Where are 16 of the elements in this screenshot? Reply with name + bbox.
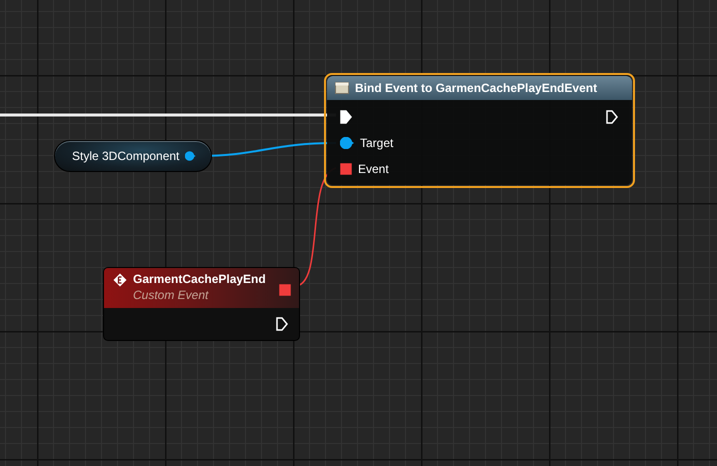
node-label: Style 3DComponent <box>72 149 180 163</box>
pin-label: Target <box>360 136 394 150</box>
event-icon <box>113 273 127 287</box>
function-icon <box>335 82 349 94</box>
pin-label: Event <box>358 162 389 176</box>
node-title: GarmentCachePlayEnd <box>133 272 267 286</box>
exec-pin-icon[interactable] <box>276 317 288 331</box>
pin-icon[interactable] <box>185 150 196 162</box>
node-subtitle: Custom Event <box>133 288 210 302</box>
function-node[interactable]: Bind Event to GarmenCachePlayEndEvent Target Event <box>324 73 635 188</box>
exec-pin-icon[interactable] <box>340 110 352 124</box>
exec-pin-icon[interactable] <box>606 110 618 124</box>
event-node[interactable]: GarmentCachePlayEnd Custom Event <box>103 267 300 341</box>
node-title: Bind Event to GarmenCachePlayEndEvent <box>355 81 598 95</box>
variable-node[interactable]: Style 3DComponent <box>54 140 212 172</box>
pin-icon[interactable] <box>340 137 354 149</box>
